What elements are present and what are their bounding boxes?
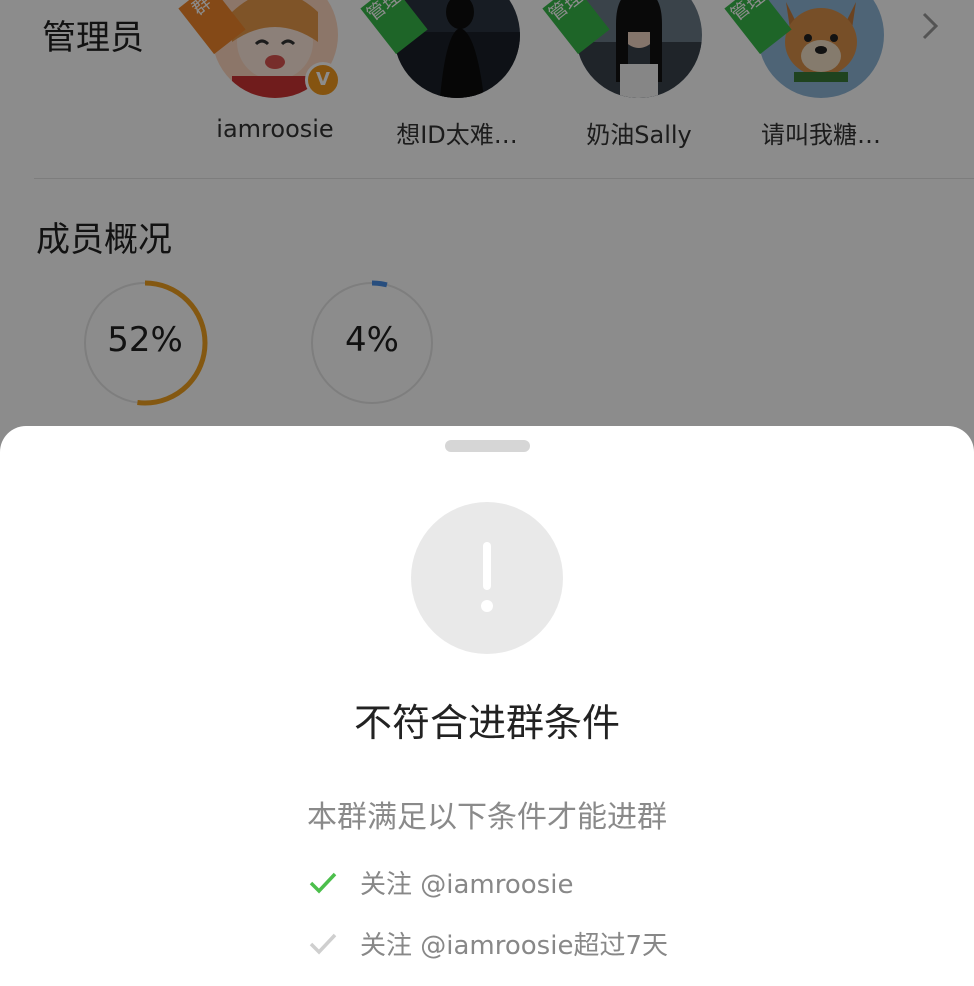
sheet-title: 不符合进群条件 <box>353 701 620 745</box>
exclamation-icon <box>411 502 563 654</box>
check-icon <box>309 933 337 955</box>
condition-text: 关注 @iamroosie <box>360 870 574 900</box>
sheet-subtitle: 本群满足以下条件才能进群 <box>307 800 667 835</box>
bottom-sheet: 不符合进群条件 本群满足以下条件才能进群 关注 @iamroosie 关注 @i… <box>0 426 974 986</box>
sheet-drag-handle[interactable] <box>445 440 530 452</box>
condition-text: 关注 @iamroosie超过7天 <box>360 931 668 961</box>
check-icon <box>309 872 337 894</box>
